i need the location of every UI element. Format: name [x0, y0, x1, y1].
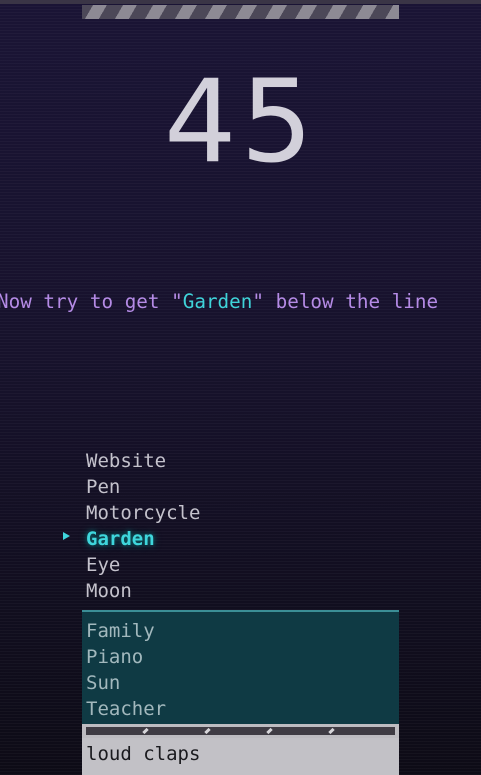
word-item[interactable]: Moon — [82, 578, 399, 604]
instruction-target-word: Garden — [182, 290, 253, 313]
word-item[interactable]: Family — [82, 618, 399, 644]
word-stack-above-line: Website Pen Motorcycle Garden Eye Moon — [82, 448, 399, 604]
instruction-prefix: Now try to get " — [0, 290, 183, 313]
score-counter: 45 — [163, 55, 318, 188]
word-item[interactable]: Website — [82, 448, 399, 474]
word-item[interactable]: Teacher — [82, 696, 399, 722]
input-ruler — [82, 724, 399, 738]
ruler-bar — [86, 727, 395, 735]
word-item[interactable]: Motorcycle — [82, 500, 399, 526]
word-item[interactable]: Eye — [82, 552, 399, 578]
timer-bar — [82, 5, 399, 19]
selection-arrow-icon — [63, 532, 70, 540]
text-input[interactable]: loud claps — [82, 738, 399, 775]
word-item[interactable]: Sun — [82, 670, 399, 696]
top-rim — [0, 0, 481, 4]
word-item-selected[interactable]: Garden — [82, 526, 399, 552]
word-item[interactable]: Piano — [82, 644, 399, 670]
instruction-suffix: " below the line — [252, 290, 439, 313]
word-stack-below-line: Family Piano Sun Teacher — [82, 612, 399, 724]
word-item[interactable]: Pen — [82, 474, 399, 500]
game-screen: 45 Now try to get "Garden" below the lin… — [0, 0, 481, 775]
instruction-text: Now try to get "Garden" below the line — [0, 289, 438, 315]
